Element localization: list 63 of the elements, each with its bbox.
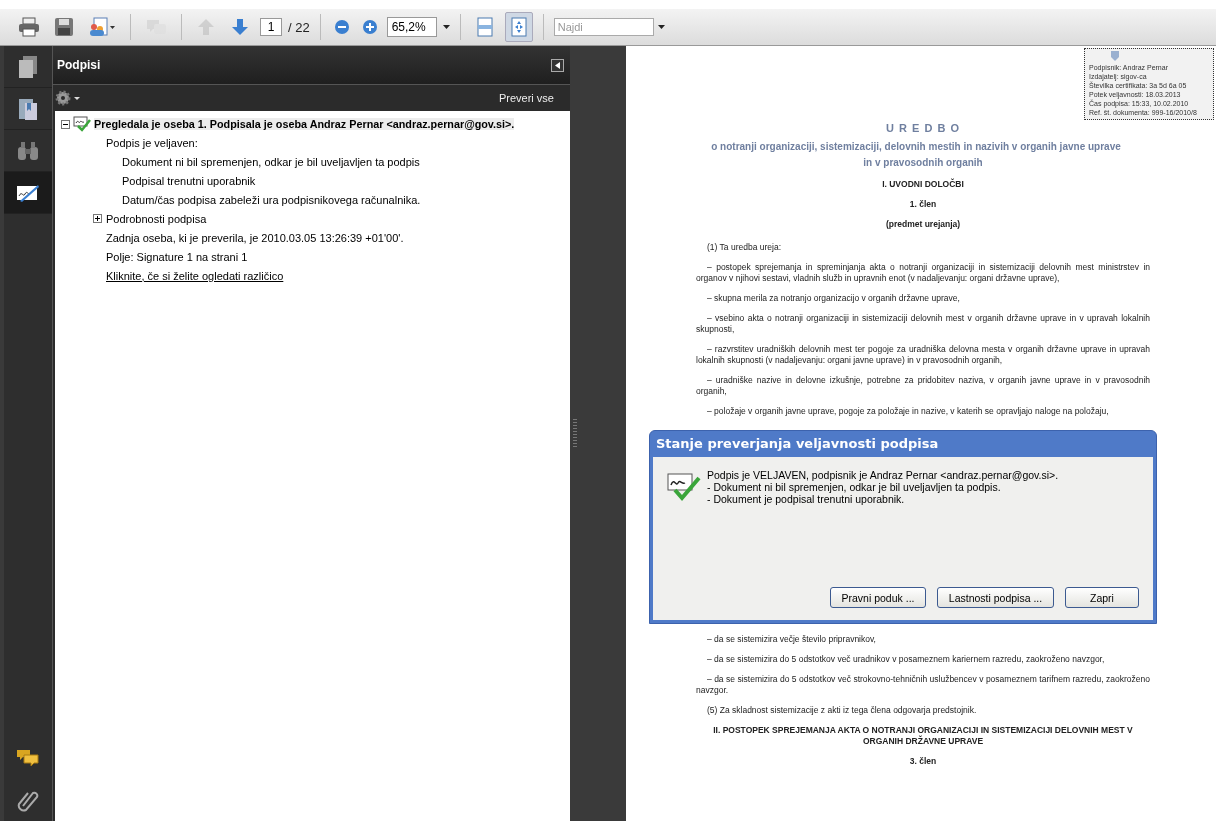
people-document-icon (88, 17, 116, 37)
document-paragraph: (1) Ta uredba ureja: (706, 242, 783, 253)
status-text: Podpisal trenutni uporabnik (122, 174, 256, 187)
fit-page-button[interactable] (504, 12, 533, 42)
details-item[interactable]: Podrobnosti podpisa (106, 212, 207, 225)
left-triangle-icon (555, 61, 560, 69)
print-icon (18, 17, 40, 37)
dialog-title: Stanje preverjanja veljavnosti podpisa (655, 435, 940, 453)
document-heading: 1. člen (908, 199, 938, 210)
signature-valid-icon (667, 472, 701, 502)
bookmark-icon (17, 96, 39, 121)
zoom-out-icon (333, 19, 350, 35)
document-heading: I. UVODNI DOLOČBI (881, 179, 965, 190)
document-paragraph: – da se sistemizira do 5 odstotkov več strokovno-tehničnih uslužbencev v posameznem tarifnem razredu, zaokroženo navzgor. (696, 674, 1150, 696)
settings-button[interactable] (55, 90, 81, 106)
page-count: / 22 (288, 19, 310, 35)
status-text: Zadnja oseba, ki je preverila, je 2010.03.05 13:26:39 +01'00'. (106, 231, 404, 244)
signatures-tab[interactable] (4, 172, 52, 214)
status-text: Podpis je veljaven: (106, 136, 198, 149)
document-subtitle: in v pravosodnih organih (862, 156, 984, 170)
document-heading: (predmet urejanja) (884, 219, 962, 230)
save-icon (54, 17, 74, 37)
view-version-link[interactable]: Kliknite, če si želite ogledati različico (106, 269, 284, 282)
document-paragraph: – da se sistemizira do 5 odstotkov več uradnikov v posameznem kariernem razredu, zaokroženo navzgor, (706, 654, 1106, 665)
document-paragraph: – uradniške nazive in delovne izkušnje, potrebne za pridobitev naziva, v organih javne uprave in v pravosodnih organih, (696, 375, 1150, 397)
caret-icon[interactable] (657, 25, 665, 29)
zoom-in-icon (361, 19, 378, 35)
dialog-button[interactable]: Pravni poduk ... (830, 587, 926, 608)
expand-toggle[interactable] (93, 214, 102, 223)
status-message: Podpis je VELJAVEN, podpisnik je Andraz Pernar <andraz.pernar@gov.si>. - Dokument ni bil spremenjen, odkar je bil uveljavljen ta podpis. - Dokument je podpisal trenutni uporabnik. (707, 469, 1059, 505)
caret-icon (442, 25, 450, 29)
collapse-toggle[interactable] (61, 119, 70, 129)
status-text: Polje: Signature 1 na strani 1 (106, 250, 248, 263)
search-field[interactable]: Najdi (553, 18, 654, 36)
status-text: Dokument ni bil spremenjen, odkar je bil uveljavljen ta podpis (122, 155, 420, 168)
panel-title: Podpisi (57, 58, 101, 72)
document-paragraph: – skupna merila za notranjo organizacijo v organih državne uprave, (706, 293, 961, 304)
verify-all-button[interactable]: Preveri vse (498, 92, 554, 104)
document-heading: 3. člen (908, 756, 938, 767)
pages-icon (17, 54, 39, 79)
document-paragraph: (5) Za skladnost sistemizacije z akti iz tega člena odgovarja predstojnik. (706, 705, 978, 716)
document-paragraph: – vsebino akta o notranji organizaciji in sistemizaciji delovnih mest v organih državne uprave in v upravah lokalnih skupnosti, (696, 313, 1150, 335)
signature-pen-icon (16, 182, 40, 203)
up-arrow-icon (196, 17, 216, 37)
collapse-panel-button[interactable] (551, 58, 564, 72)
document-paragraph: – da se sistemizira večje število pripravnikov, (706, 634, 877, 645)
signature-valid-icon (73, 116, 91, 132)
dialog-button[interactable]: Lastnosti podpisa ... (937, 587, 1054, 608)
page-number-field[interactable]: 1 (260, 18, 282, 36)
document-subtitle: o notranji organizaciji, sistemizaciji, delovnih mestih in nazivih v organih javne uprave (710, 140, 1122, 154)
fit-width-icon (474, 17, 495, 37)
document-title: U R E D B O (886, 122, 960, 134)
document-paragraph: – postopek sprejemanja in spreminjanja akta o notranji organizaciji in sistemizaciji delovnih mest ministrstev in organov v njihovi sestavi, vladnih služb in upravnih enot (v nadaljevanju: organi državne uprave), (696, 262, 1150, 284)
down-arrow-icon (230, 17, 250, 37)
coat-of-arms-icon (1111, 51, 1119, 61)
signature-title[interactable]: Pregledala je oseba 1. Podpisala je oseba Andraz Pernar <andraz.pernar@gov.si>. (94, 118, 515, 130)
fit-page-icon (508, 17, 529, 37)
document-paragraph: – položaje v organih javne uprave, pogoje za položaje in nazive, v katerih se opravljajo naloge na položaju, (706, 406, 1110, 417)
speech-bubbles-icon (16, 748, 40, 768)
status-text: Datum/čas podpisa zabeleži ura podpisnikovega računalnika. (122, 193, 421, 206)
document-paragraph: – razvrstitev uradniških delovnih mest ter pogoje za uradniška delovna mesta v organih državne uprave in upravah lokalnih skupnosti (v nadaljevanju: organi javne uprave) in v pravosodnih organih, (696, 344, 1150, 366)
dialog-button[interactable]: Zapri (1065, 587, 1139, 608)
document-heading: II. POSTOPEK SPREJEMANJA AKTA O NOTRANJI ORGANIZACIJI IN SISTEMIZACIJI DELOVNIH MEST V ORGANIH DRŽAVNE UPRAVE (712, 725, 1134, 747)
